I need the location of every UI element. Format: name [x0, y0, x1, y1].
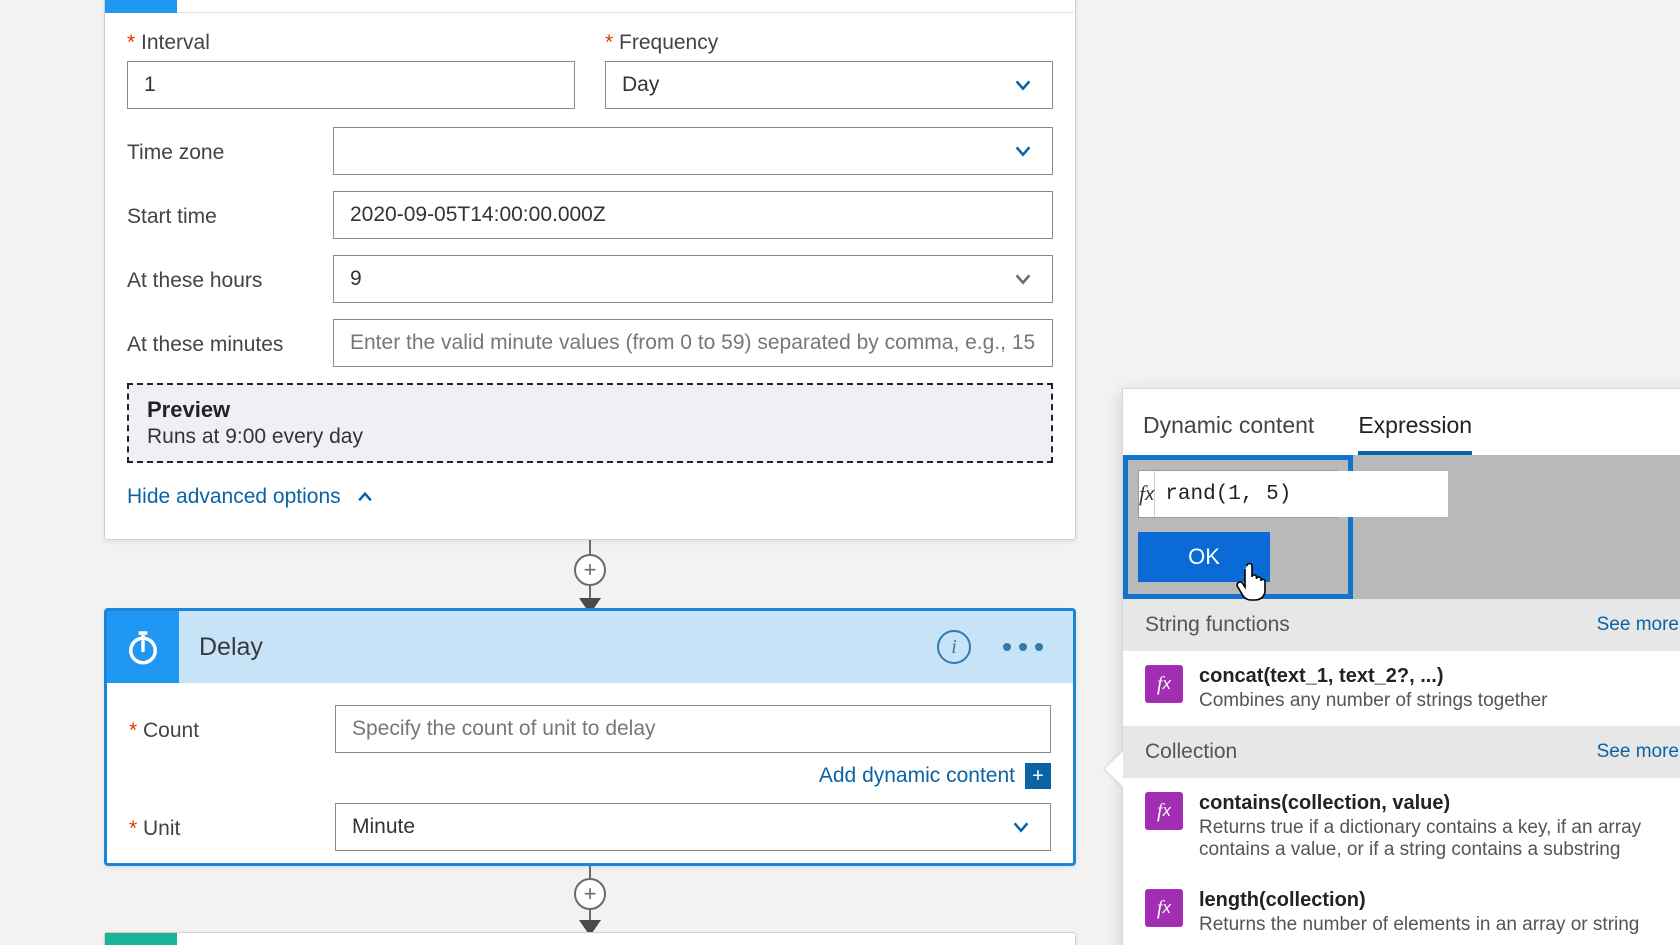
fn-contains[interactable]: fx contains(collection, value) Returns t… — [1123, 778, 1680, 875]
delay-card: Delay i Count Add dynamic content + Unit… — [104, 608, 1076, 866]
collection-functions-label: Collection — [1145, 740, 1237, 764]
at-minutes-input[interactable] — [333, 319, 1053, 367]
expression-input-row: fx — [1138, 470, 1338, 518]
starttime-input[interactable] — [333, 191, 1053, 239]
fx-badge-icon: fx — [1145, 792, 1183, 830]
at-hours-label: At these hours — [127, 265, 333, 293]
chevron-up-icon — [355, 487, 375, 507]
fn-concat-signature: concat(text_1, text_2?, ...) — [1199, 665, 1548, 688]
next-action-icon — [105, 933, 177, 945]
starttime-label: Start time — [127, 201, 333, 229]
frequency-label: Frequency — [605, 27, 1053, 55]
string-functions-label: String functions — [1145, 613, 1290, 637]
add-step-button[interactable]: + — [574, 554, 606, 586]
ok-button[interactable]: OK — [1138, 532, 1270, 582]
fn-contains-desc: Returns true if a dictionary contains a … — [1199, 817, 1679, 861]
delay-title: Delay — [179, 611, 937, 683]
see-more-collection[interactable]: See more — [1597, 741, 1679, 763]
string-functions-header: String functions See more — [1123, 599, 1680, 651]
count-label: Count — [129, 715, 335, 743]
recurrence-clock-icon — [105, 0, 177, 13]
fn-concat[interactable]: fx concat(text_1, text_2?, ...) Combines… — [1123, 651, 1680, 726]
preview-text: Runs at 9:00 every day — [147, 425, 1033, 449]
unit-label: Unit — [129, 813, 335, 841]
chevron-down-icon — [1008, 814, 1034, 840]
hide-advanced-toggle[interactable]: Hide advanced options — [127, 485, 375, 509]
hide-advanced-label: Hide advanced options — [127, 485, 341, 509]
unit-select[interactable]: Minute — [335, 803, 1051, 851]
frequency-value: Day — [622, 73, 1010, 97]
count-input[interactable] — [335, 705, 1051, 753]
fx-icon: fx — [1139, 471, 1155, 517]
preview-heading: Preview — [147, 397, 1033, 423]
add-dynamic-content-link[interactable]: Add dynamic content — [819, 764, 1015, 788]
timezone-select[interactable] — [333, 127, 1053, 175]
tab-dynamic-content[interactable]: Dynamic content — [1143, 412, 1314, 455]
info-icon[interactable]: i — [937, 630, 971, 664]
chevron-down-icon — [1010, 266, 1036, 292]
next-action-card — [104, 932, 1076, 945]
timezone-label: Time zone — [127, 137, 333, 165]
fn-length[interactable]: fx length(collection) Returns the number… — [1123, 875, 1680, 945]
add-dynamic-content-plus-icon[interactable]: + — [1025, 763, 1051, 789]
at-hours-select[interactable]: 9 — [333, 255, 1053, 303]
recurrence-card: Recurrence Interval Frequency Day — [104, 0, 1076, 540]
expression-flyout: Dynamic content Expression fx OK String … — [1122, 388, 1680, 945]
collection-functions-header: Collection See more — [1123, 726, 1680, 778]
at-hours-value: 9 — [350, 267, 1010, 291]
at-minutes-label: At these minutes — [127, 329, 333, 357]
chevron-down-icon — [1010, 138, 1036, 164]
interval-label: Interval — [127, 27, 575, 55]
recurrence-preview: Preview Runs at 9:00 every day — [127, 383, 1053, 463]
fn-contains-signature: contains(collection, value) — [1199, 792, 1679, 815]
delay-more-menu[interactable] — [1003, 643, 1043, 651]
unit-value: Minute — [352, 815, 1008, 839]
fn-concat-desc: Combines any number of strings together — [1199, 690, 1548, 712]
fn-length-signature: length(collection) — [1199, 889, 1639, 912]
fx-badge-icon: fx — [1145, 665, 1183, 703]
tab-expression[interactable]: Expression — [1358, 412, 1472, 455]
interval-input[interactable] — [127, 61, 575, 109]
flyout-caret-icon — [1105, 751, 1123, 787]
fx-badge-icon: fx — [1145, 889, 1183, 927]
frequency-select[interactable]: Day — [605, 61, 1053, 109]
add-step-button[interactable]: + — [574, 878, 606, 910]
delay-stopwatch-icon — [107, 611, 179, 683]
fn-length-desc: Returns the number of elements in an arr… — [1199, 914, 1639, 936]
chevron-down-icon — [1010, 72, 1036, 98]
see-more-string[interactable]: See more — [1597, 614, 1679, 636]
expression-input-highlight: fx OK — [1123, 455, 1353, 599]
expression-input[interactable] — [1155, 471, 1448, 517]
